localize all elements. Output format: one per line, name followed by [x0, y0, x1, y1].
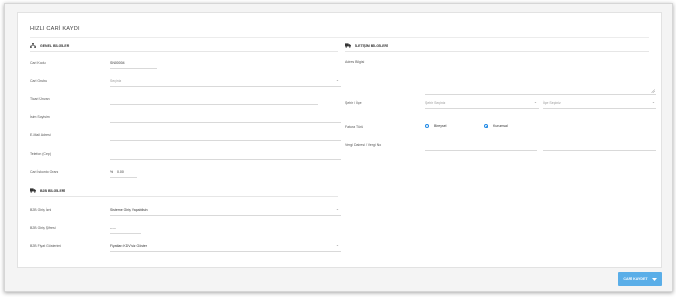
b2b-giris-izni-label: B2B Giriş İzni: [30, 208, 52, 212]
b2b-section-title: B2B BİLGİLERİ: [40, 188, 66, 193]
email-underline: [110, 140, 341, 141]
sehir-select[interactable]: Şehir Seçiniz: [425, 101, 445, 105]
vergi-dairesi-underline: [425, 150, 537, 151]
email-input[interactable]: [110, 133, 341, 140]
cari-grubu-select[interactable]: Seçiniz: [110, 79, 121, 83]
sehir-ilce-label: Şehir / İlçe: [345, 101, 362, 105]
page-title: HIZLI CARİ KAYDI: [30, 26, 80, 32]
radio-kurumsal[interactable]: [484, 124, 489, 129]
general-section-header: GENEL BİLGİLER: [30, 43, 69, 48]
sehir-underline: [425, 108, 539, 109]
isim-soyisim-input[interactable]: [110, 115, 341, 122]
save-button-label: CARİ KAYDET: [623, 277, 648, 281]
truck-icon: [345, 43, 351, 48]
ilce-underline: [543, 108, 656, 109]
iskonto-input[interactable]: 0.00: [117, 170, 124, 174]
radio-kurumsal-label[interactable]: Kurumsal: [493, 124, 508, 128]
resize-handle-icon[interactable]: [651, 89, 655, 93]
cari-kodu-input[interactable]: SN00004: [110, 61, 125, 65]
form-card: HIZLI CARİ KAYDI GENEL BİLGİLER Cari Kod…: [17, 12, 662, 268]
general-section-title: GENEL BİLGİLER: [40, 43, 70, 48]
adres-textarea[interactable]: [425, 59, 656, 95]
fatura-turu-label: Fatura Türü: [345, 125, 364, 129]
radio-bireysel[interactable]: [425, 124, 430, 129]
sehir-chevron-down-icon[interactable]: ⌄: [534, 100, 537, 104]
b2b-sifre-input[interactable]: -----: [110, 226, 116, 230]
telefon-input[interactable]: [110, 152, 341, 159]
radio-bireysel-label[interactable]: Bireysel: [434, 124, 446, 128]
general-section-divider: [30, 51, 338, 52]
vergi-label: Vergi Dairesi / Vergi No: [345, 143, 382, 147]
b2b-giris-izni-chevron-down-icon[interactable]: ⌄: [336, 207, 339, 211]
caret-down-icon: [651, 277, 657, 281]
sitemap-icon: [30, 43, 36, 48]
vergi-no-underline: [543, 150, 656, 151]
email-label: E-Mail Adresi: [30, 133, 51, 137]
b2b-sifre-underline: [110, 233, 141, 234]
contact-section-header: İLETİŞİM BİLGİLERİ: [345, 43, 388, 48]
ticari-unvan-underline: [110, 104, 318, 105]
ticari-unvan-label: Ticari Ünvan: [30, 97, 50, 101]
ticari-unvan-input[interactable]: [110, 97, 318, 104]
title-divider: [30, 37, 649, 38]
telefon-underline: [110, 159, 341, 160]
cari-grubu-underline: [110, 86, 341, 87]
window-frame: HIZLI CARİ KAYDI GENEL BİLGİLER Cari Kod…: [4, 3, 673, 292]
ilce-select[interactable]: İlçe Seçiniz: [543, 101, 561, 105]
b2b-giris-izni-select[interactable]: Sisteme Giriş Yapabilsin: [110, 208, 148, 212]
b2b-section-header: B2B BİLGİLERİ: [30, 188, 65, 193]
cari-kodu-underline: [110, 68, 157, 69]
iskonto-prefix: %: [110, 170, 114, 174]
isim-soyisim-underline: [110, 122, 341, 123]
contact-section-title: İLETİŞİM BİLGİLERİ: [355, 43, 389, 48]
contact-section-divider: [345, 51, 649, 52]
save-button[interactable]: CARİ KAYDET: [618, 272, 662, 286]
adres-label: Adres Bilgisi: [345, 60, 365, 64]
cari-grubu-chevron-down-icon[interactable]: ⌄: [336, 78, 339, 82]
vergi-no-input[interactable]: [543, 143, 656, 150]
cari-grubu-label: Cari Grubu: [30, 79, 48, 83]
iskonto-underline: [110, 177, 137, 178]
b2b-fiyat-underline: [110, 251, 341, 252]
b2b-section-divider: [30, 196, 338, 197]
ilce-chevron-down-icon[interactable]: ⌄: [652, 100, 655, 104]
iskonto-label: Cari İskonto Oranı: [30, 170, 59, 174]
cari-kodu-label: Cari Kodu: [30, 61, 46, 65]
b2b-giris-izni-underline: [110, 215, 341, 216]
truck-icon: [30, 188, 36, 193]
b2b-fiyat-label: B2B Fiyat Gösterimi: [30, 244, 62, 248]
b2b-sifre-label: B2B Giriş Şifresi: [30, 226, 56, 230]
b2b-fiyat-chevron-down-icon[interactable]: ⌄: [336, 243, 339, 247]
vergi-dairesi-input[interactable]: [425, 143, 537, 150]
b2b-fiyat-select[interactable]: Fiyatları KDV'siz Göster: [110, 244, 147, 248]
telefon-label: Telefon (Cep): [30, 152, 52, 156]
isim-soyisim-label: İsim Soyisim: [30, 115, 50, 119]
